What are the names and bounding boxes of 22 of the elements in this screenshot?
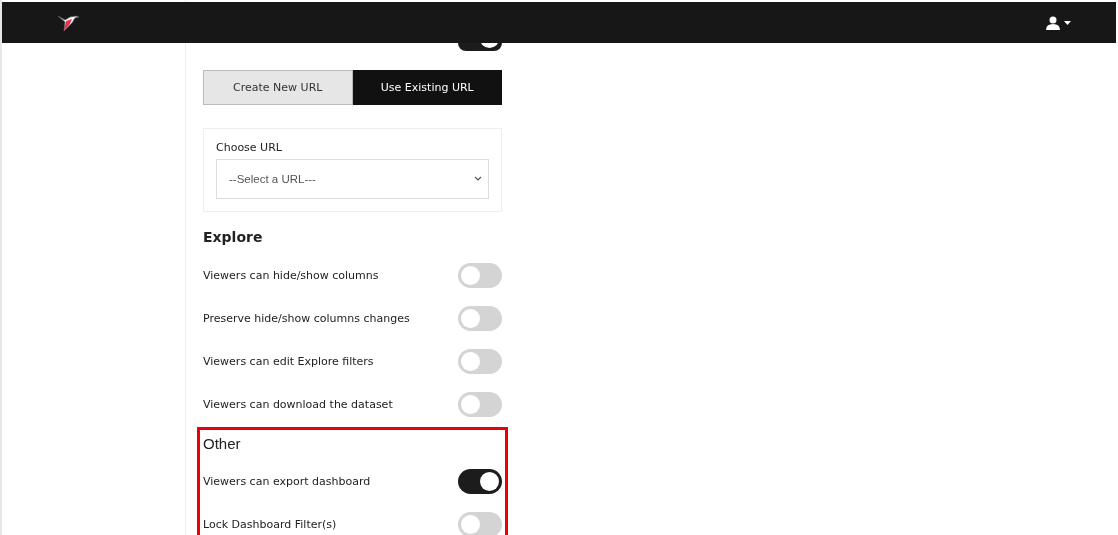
setting-label: Viewers can download the dataset — [203, 398, 393, 411]
user-menu-icon[interactable] — [1046, 15, 1072, 30]
setting-label: Lock Dashboard Filter(s) — [203, 518, 337, 531]
bird-logo-icon[interactable] — [56, 12, 82, 33]
setting-label: Viewers can edit Explore filters — [203, 355, 374, 368]
field-label: Choose URL — [216, 141, 283, 154]
section-heading: Other — [203, 435, 242, 452]
toggle-switch[interactable] — [458, 43, 502, 51]
toggle-switch[interactable] — [458, 349, 502, 374]
toggle-switch[interactable] — [458, 469, 502, 494]
toggle-switch[interactable] — [458, 263, 502, 288]
url-select[interactable]: --Select a URL--- — [216, 159, 489, 199]
setting-label: Preserve hide/show columns changes — [203, 312, 410, 325]
toggle-switch[interactable] — [458, 512, 502, 535]
tab[interactable]: Use Existing URL — [352, 70, 502, 105]
tab[interactable]: Create New URL — [203, 70, 353, 105]
setting-label: Viewers can export dashboard — [203, 475, 371, 488]
setting-label: Viewers can hide/show columns — [203, 269, 379, 282]
toggle-switch[interactable] — [458, 392, 502, 417]
chevron-down-icon — [474, 176, 482, 182]
toggle-switch[interactable] — [458, 306, 502, 331]
section-heading: Explore — [203, 229, 264, 245]
